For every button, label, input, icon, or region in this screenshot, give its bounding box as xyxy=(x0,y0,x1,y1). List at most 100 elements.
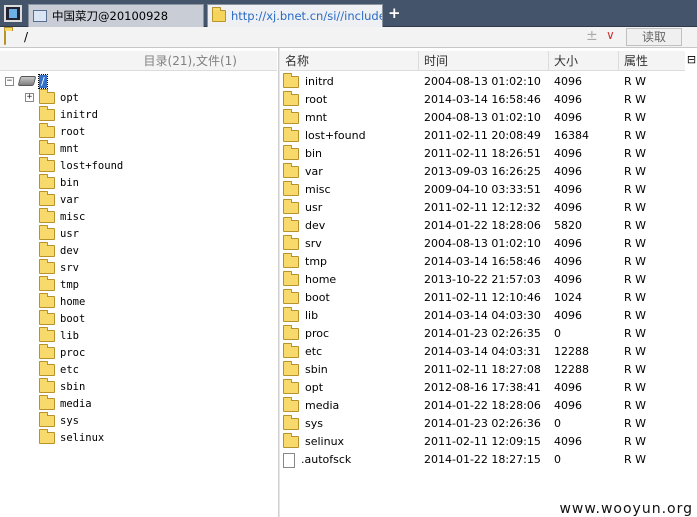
expand-icon[interactable]: + xyxy=(25,93,34,102)
file-attributes: R W xyxy=(624,327,647,340)
tree-item[interactable]: mnt xyxy=(39,139,79,157)
tab-shell-list[interactable]: 中国菜刀@20100928 xyxy=(28,4,204,27)
file-row[interactable]: sbin 2011-02-11 18:27:08 12288 R W xyxy=(280,361,685,379)
file-row[interactable]: initrd 2004-08-13 01:02:10 4096 R W xyxy=(280,73,685,91)
file-row[interactable]: lib 2014-03-14 04:03:30 4096 R W xyxy=(280,307,685,325)
file-attributes: R W xyxy=(624,147,647,160)
file-row[interactable]: dev 2014-01-22 18:28:06 5820 R W xyxy=(280,217,685,235)
tree-root[interactable]: − / xyxy=(5,73,48,89)
file-size: 4096 xyxy=(554,399,582,412)
path-input[interactable]: / xyxy=(24,30,28,44)
scroll-toggle-icon[interactable]: ⊟ xyxy=(686,51,697,71)
tree-item[interactable]: etc xyxy=(39,360,79,378)
file-row[interactable]: home 2013-10-22 21:57:03 4096 R W xyxy=(280,271,685,289)
tree-item[interactable]: home xyxy=(39,292,85,310)
tree-item[interactable]: opt xyxy=(39,88,79,106)
folder-icon xyxy=(39,309,55,325)
tree-item[interactable]: media xyxy=(39,394,92,412)
folder-icon xyxy=(283,433,299,448)
folder-icon xyxy=(39,156,55,172)
file-name: misc xyxy=(305,183,331,196)
tree-item[interactable]: misc xyxy=(39,207,86,225)
tree-item[interactable]: initrd xyxy=(39,105,98,123)
tree-item-label: sys xyxy=(60,414,79,427)
file-time: 2014-01-22 18:28:06 xyxy=(424,399,541,412)
chevron-down-icon[interactable]: ∨ xyxy=(606,28,615,42)
file-row[interactable]: boot 2011-02-11 12:10:46 1024 R W xyxy=(280,289,685,307)
file-name-cell: opt xyxy=(283,379,323,397)
file-row[interactable]: sys 2014-01-23 02:26:36 0 R W xyxy=(280,415,685,433)
file-name-cell: media xyxy=(283,397,339,415)
app-window-icon[interactable] xyxy=(4,5,22,22)
file-row[interactable]: proc 2014-01-23 02:26:35 0 R W xyxy=(280,325,685,343)
folder-icon xyxy=(39,411,55,427)
tree-item[interactable]: proc xyxy=(39,343,85,361)
tree-item[interactable]: selinux xyxy=(39,428,104,446)
tree-item[interactable]: sbin xyxy=(39,377,85,395)
folder-icon xyxy=(283,361,299,376)
file-attributes: R W xyxy=(624,93,647,106)
tree-item[interactable]: root xyxy=(39,122,85,140)
folder-icon xyxy=(283,415,299,430)
tree-item[interactable]: lib xyxy=(39,326,79,344)
file-time: 2014-01-22 18:27:15 xyxy=(424,453,541,466)
file-attributes: R W xyxy=(624,291,647,304)
tree-item-label: var xyxy=(60,193,79,206)
file-row[interactable]: misc 2009-04-10 03:33:51 4096 R W xyxy=(280,181,685,199)
file-row[interactable]: selinux 2011-02-11 12:09:15 4096 R W xyxy=(280,433,685,451)
tree-item[interactable]: srv xyxy=(39,258,79,276)
file-size: 0 xyxy=(554,327,561,340)
tree-item-label: mnt xyxy=(60,142,79,155)
tree-item[interactable]: sys xyxy=(39,411,79,429)
file-row[interactable]: usr 2011-02-11 12:12:32 4096 R W xyxy=(280,199,685,217)
tree-item-label: usr xyxy=(60,227,79,240)
file-row[interactable]: lost+found 2011-02-11 20:08:49 16384 R W xyxy=(280,127,685,145)
file-name-cell: mnt xyxy=(283,109,327,127)
file-time: 2011-02-11 18:27:08 xyxy=(424,363,541,376)
tree-item[interactable]: bin xyxy=(39,173,79,191)
drive-icon xyxy=(17,76,37,86)
tree-item[interactable]: tmp xyxy=(39,275,79,293)
file-name: tmp xyxy=(305,255,328,268)
file-attributes: R W xyxy=(624,111,647,124)
file-row[interactable]: bin 2011-02-11 18:26:51 4096 R W xyxy=(280,145,685,163)
column-name[interactable]: 名称 xyxy=(280,51,419,71)
tree-item-label: misc xyxy=(60,210,86,223)
file-row[interactable]: tmp 2014-03-14 16:58:46 4096 R W xyxy=(280,253,685,271)
file-row[interactable]: var 2013-09-03 16:26:25 4096 R W xyxy=(280,163,685,181)
file-size: 4096 xyxy=(554,75,582,88)
file-time: 2004-08-13 01:02:10 xyxy=(424,237,541,250)
tree-item[interactable]: var xyxy=(39,190,79,208)
column-size[interactable]: 大小 xyxy=(549,51,619,71)
read-button[interactable]: 读取 xyxy=(626,28,682,46)
file-row[interactable]: etc 2014-03-14 04:03:31 12288 R W xyxy=(280,343,685,361)
tree-item-label: media xyxy=(60,397,92,410)
tab-file-manager[interactable]: http://xj.bnet.cn/si//include/... xyxy=(207,4,383,27)
file-row[interactable]: .autofsck 2014-01-22 18:27:15 0 R W xyxy=(280,451,685,469)
expand-path-icon[interactable]: ± xyxy=(586,28,598,44)
tree-item[interactable]: boot xyxy=(39,309,85,327)
file-row[interactable]: mnt 2004-08-13 01:02:10 4096 R W xyxy=(280,109,685,127)
file-size: 16384 xyxy=(554,129,589,142)
file-time: 2014-03-14 04:03:30 xyxy=(424,309,541,322)
folder-icon xyxy=(283,343,299,358)
file-size: 4096 xyxy=(554,165,582,178)
column-attributes[interactable]: 属性 xyxy=(619,51,685,71)
file-attributes: R W xyxy=(624,219,647,232)
file-row[interactable]: srv 2004-08-13 01:02:10 4096 R W xyxy=(280,235,685,253)
tree-item-label: initrd xyxy=(60,108,98,121)
folder-icon xyxy=(4,30,6,45)
add-tab-button[interactable]: + xyxy=(388,6,401,21)
tree-item[interactable]: lost+found xyxy=(39,156,123,174)
tree-item[interactable]: usr xyxy=(39,224,79,242)
file-row[interactable]: root 2014-03-14 16:58:46 4096 R W xyxy=(280,91,685,109)
collapse-icon[interactable]: − xyxy=(5,76,14,86)
tree-item-label: bin xyxy=(60,176,79,189)
file-name-cell: lost+found xyxy=(283,127,366,145)
column-time[interactable]: 时间 xyxy=(419,51,549,71)
tree-root-label[interactable]: / xyxy=(38,73,48,89)
file-row[interactable]: media 2014-01-22 18:28:06 4096 R W xyxy=(280,397,685,415)
tree-item[interactable]: dev xyxy=(39,241,79,259)
file-row[interactable]: opt 2012-08-16 17:38:41 4096 R W xyxy=(280,379,685,397)
file-time: 2011-02-11 12:09:15 xyxy=(424,435,541,448)
